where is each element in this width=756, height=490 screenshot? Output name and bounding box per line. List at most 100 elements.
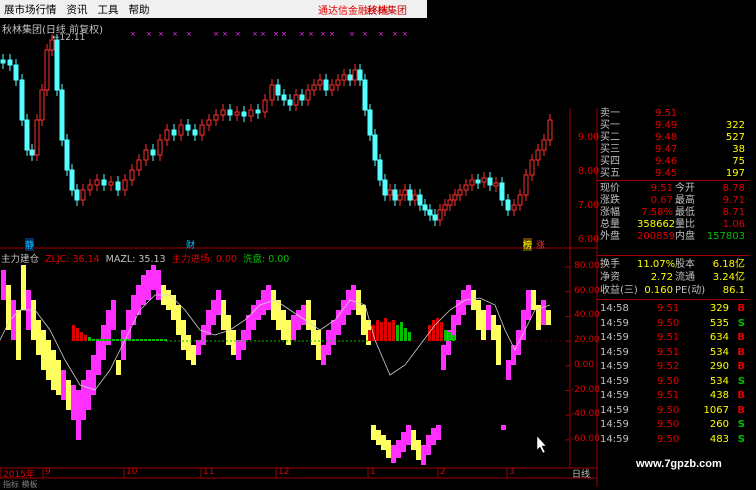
histogram-bar: [388, 322, 391, 341]
indicator-bar: [526, 290, 531, 320]
signal-marker-icon: ×: [172, 30, 178, 38]
indicator-bar: [476, 300, 481, 330]
event-marker[interactable]: 涨: [536, 238, 545, 251]
trade-row: 14:59 9.52 290 B: [597, 360, 749, 374]
candle-body: [427, 209, 433, 216]
candle-body: [54, 39, 60, 91]
stats-value: 7.58%: [641, 207, 673, 218]
candle-body: [392, 189, 398, 201]
indicator-bar: [61, 370, 66, 400]
indicator-bar: [281, 310, 286, 340]
signal-marker-icon: ×: [213, 30, 219, 38]
watermark: www.7gpzb.com: [636, 458, 722, 470]
indicator-bar: [416, 440, 421, 460]
indicator-bar: [406, 425, 411, 445]
candle-body: [150, 149, 156, 156]
indicator-bar: [151, 265, 156, 290]
candle-body: [535, 149, 541, 161]
stats-label: 涨幅: [600, 207, 620, 218]
trade-price: 9.51: [657, 303, 680, 314]
stats-label: 股本: [675, 259, 695, 270]
histogram-bar: [104, 339, 107, 341]
event-marker[interactable]: 静: [25, 238, 35, 251]
stats-label: 流通: [675, 272, 695, 283]
stats-label: PE(动): [675, 285, 706, 296]
indicator-axis-label: 20.00: [574, 335, 600, 346]
indicator-bar: [116, 360, 121, 375]
candle-body: [481, 177, 487, 183]
timeline-label: 10: [126, 467, 138, 477]
indicator-bar: [76, 390, 81, 440]
order-book-volume: 75: [732, 156, 745, 167]
candle-body: [452, 194, 458, 201]
stats-value: 3.24亿: [712, 272, 745, 283]
indicator-bar: [291, 315, 296, 340]
histogram-bar: [452, 335, 455, 341]
trade-side: B: [737, 390, 745, 401]
indicator-bar: [206, 310, 211, 335]
order-book-label: 买一: [600, 120, 620, 131]
indicator-bar: [196, 340, 201, 355]
candle-body: [39, 89, 45, 121]
indicator-bar: [421, 445, 426, 465]
candle-body: [44, 49, 50, 91]
order-book-row: 买四 9.46 75: [597, 156, 749, 168]
stats-row: 涨跌 0.67 最高 9.71: [597, 195, 749, 207]
indicator-bar: [201, 325, 206, 345]
candle-body: [547, 119, 553, 141]
indicator-bar: [531, 290, 536, 310]
candle-body: [164, 129, 170, 141]
trade-side: B: [737, 332, 745, 343]
signal-marker-icon: ×: [252, 30, 258, 38]
candle-body: [457, 189, 463, 196]
signal-marker-icon: ×: [402, 30, 408, 38]
trade-side: S: [737, 375, 745, 387]
trade-price: 9.50: [657, 317, 680, 329]
trade-row: 14:59 9.50 534 S: [597, 375, 749, 389]
trade-time: 14:59: [600, 404, 629, 416]
order-book-row: 买五 9.45 197: [597, 168, 749, 180]
histogram-bar: [440, 322, 443, 341]
stats-label: 涨跌: [600, 195, 620, 206]
candle-body: [178, 124, 184, 136]
indicator-bar: [266, 285, 271, 310]
histogram-bar: [408, 332, 411, 341]
candle-body: [94, 179, 100, 186]
order-book-label: 买五: [600, 168, 620, 179]
candle-body: [192, 129, 198, 136]
signal-marker-icon: ×: [349, 30, 355, 38]
trade-volume: 534: [709, 346, 729, 358]
indicator-axis-label: -40.00: [571, 409, 601, 420]
indicator-axis-label: 0.00: [574, 359, 595, 370]
stats-value: 0.67: [650, 195, 673, 206]
trade-volume: 535: [709, 317, 729, 329]
indicator-bar: [166, 290, 171, 310]
trade-row: 14:59 9.51 534 B: [597, 346, 749, 360]
candle-body: [143, 149, 149, 161]
tab-template[interactable]: 模板: [22, 480, 38, 489]
indicator-bar: [326, 330, 331, 355]
histogram-bar: [100, 339, 103, 341]
trade-side: B: [737, 303, 745, 314]
price-axis-label-7: 7.00: [578, 200, 600, 211]
event-marker[interactable]: 榜: [523, 238, 533, 251]
indicator-bar: [186, 335, 191, 360]
indicator-bar: [306, 300, 311, 330]
signal-marker-icon: ×: [281, 30, 287, 38]
trade-price: 9.52: [657, 361, 680, 372]
candle-body: [108, 181, 114, 186]
indicator-axis-label: -20.00: [571, 384, 601, 395]
histogram-bar: [444, 330, 447, 341]
price-axis-label-6: 6.00: [578, 234, 600, 245]
stats-row: 总量 358662 量比 1.06: [597, 219, 749, 231]
candle-body: [505, 199, 511, 211]
event-marker[interactable]: 财: [186, 238, 195, 251]
tab-indicator[interactable]: 指标: [3, 480, 19, 489]
trade-side: S: [737, 419, 745, 430]
stats-value: 200859: [637, 231, 676, 242]
indicator-bar: [51, 350, 56, 390]
indicator-bar: [41, 330, 46, 370]
stats-value: 9.51: [650, 183, 673, 194]
indicator-bar: [36, 320, 41, 355]
trade-time: 14:59: [600, 317, 629, 329]
